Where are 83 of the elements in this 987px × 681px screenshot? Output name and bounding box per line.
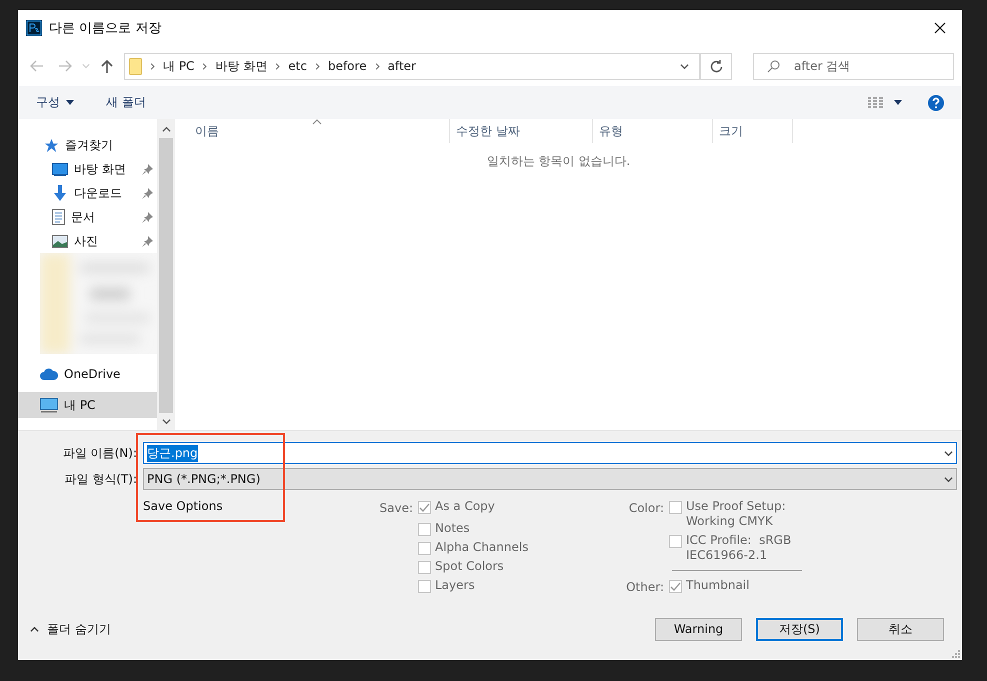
address-bar[interactable]: 내 PC 바탕 화면 etc before after bbox=[124, 52, 701, 80]
scrollbar[interactable] bbox=[157, 119, 175, 430]
chevron-icon bbox=[314, 62, 321, 70]
sidebar-item[interactable]: 즐겨찾기 bbox=[18, 133, 157, 157]
breadcrumb[interactable]: before bbox=[328, 59, 367, 73]
caret-icon bbox=[66, 100, 74, 105]
dialog-button[interactable]: 저장(S) bbox=[756, 618, 843, 640]
checkbox[interactable] bbox=[669, 501, 682, 514]
view-options-icon[interactable] bbox=[868, 96, 902, 108]
option-label: ICC Profile: sRGB IEC61966-2.1 bbox=[686, 533, 792, 563]
help-icon[interactable] bbox=[928, 94, 944, 110]
breadcrumb[interactable]: etc bbox=[288, 59, 307, 73]
empty-message: 일치하는 항목이 없습니다. bbox=[486, 153, 630, 170]
caret-icon[interactable] bbox=[944, 448, 953, 458]
scroll-up-icon[interactable] bbox=[162, 125, 170, 134]
option-label: As a Copy bbox=[435, 499, 495, 514]
field-label: 파일 이름(N): bbox=[62, 444, 137, 462]
dialog-button[interactable]: Warning bbox=[655, 618, 742, 640]
search-icon bbox=[767, 60, 780, 72]
chevron-icon bbox=[149, 62, 156, 70]
scroll-down-icon[interactable] bbox=[162, 417, 170, 426]
column-header[interactable]: 이름 bbox=[175, 119, 450, 143]
field-label: 파일 형식(T): bbox=[63, 470, 137, 488]
star-icon bbox=[44, 138, 59, 152]
section-title: Save Options bbox=[143, 499, 223, 513]
photo-icon bbox=[52, 234, 68, 248]
document-icon bbox=[52, 209, 65, 225]
sidebar-item[interactable]: 다운로드 bbox=[18, 181, 157, 205]
breadcrumb[interactable]: 내 PC bbox=[163, 58, 194, 74]
checkbox[interactable] bbox=[418, 523, 431, 536]
chevron-icon bbox=[201, 62, 208, 70]
breadcrumb[interactable]: 바탕 화면 bbox=[215, 58, 268, 74]
resize-grip-icon[interactable] bbox=[952, 650, 960, 658]
breadcrumb[interactable]: after bbox=[388, 59, 416, 73]
checkbox[interactable] bbox=[418, 501, 431, 514]
pin-icon[interactable] bbox=[142, 212, 153, 222]
pin-icon[interactable] bbox=[142, 164, 153, 174]
pin-icon[interactable] bbox=[142, 188, 153, 198]
sidebar-item[interactable]: 문서 bbox=[18, 205, 157, 229]
checkbox[interactable] bbox=[669, 580, 682, 593]
pin-icon[interactable] bbox=[142, 236, 153, 246]
column-header[interactable]: 크기 bbox=[713, 119, 793, 143]
download-icon bbox=[52, 185, 68, 201]
sidebar-item[interactable]: OneDrive bbox=[18, 362, 157, 386]
group-label: Other: bbox=[625, 579, 664, 596]
caret-icon bbox=[944, 474, 953, 484]
app-icon bbox=[26, 20, 42, 36]
folder-icon bbox=[129, 58, 142, 74]
window-title: 다른 이름으로 저장 bbox=[49, 20, 162, 37]
sidebar-item[interactable]: 내 PC bbox=[18, 392, 157, 418]
option-label: Notes bbox=[435, 521, 470, 536]
refresh-button[interactable] bbox=[701, 52, 732, 80]
checkbox[interactable] bbox=[418, 542, 431, 555]
checkbox[interactable] bbox=[418, 580, 431, 593]
file-name-text: 당근.png bbox=[147, 444, 198, 462]
chevron-icon bbox=[274, 62, 282, 70]
checkbox[interactable] bbox=[418, 561, 431, 574]
cloud-icon bbox=[40, 368, 58, 380]
group-label: Color: bbox=[628, 500, 664, 517]
sidebar-item[interactable]: 사진 bbox=[18, 229, 157, 253]
new-folder-button[interactable]: 새 폴더 bbox=[106, 94, 146, 111]
hide-folders-button[interactable]: 폴더 숨기기 bbox=[30, 620, 111, 638]
column-header[interactable]: 유형 bbox=[593, 119, 713, 143]
option-label: Use Proof Setup: Working CMYK bbox=[686, 499, 786, 529]
organize-button[interactable]: 구성 bbox=[36, 94, 74, 111]
option-label: Alpha Channels bbox=[435, 540, 528, 555]
option-label: Thumbnail bbox=[686, 578, 750, 593]
option-label: Spot Colors bbox=[435, 559, 504, 574]
column-header[interactable]: 수정한 날짜 bbox=[450, 119, 593, 143]
checkbox[interactable] bbox=[669, 535, 682, 548]
chevron-icon bbox=[374, 62, 381, 70]
file-name-field[interactable]: 당근.png bbox=[143, 442, 957, 464]
chevron-up-icon bbox=[30, 624, 39, 634]
dialog-button[interactable]: 취소 bbox=[857, 618, 944, 640]
file-type-dropdown[interactable]: PNG (*.PNG;*.PNG) bbox=[143, 468, 957, 490]
option-label: Layers bbox=[435, 578, 475, 593]
monitor-icon bbox=[52, 162, 68, 176]
refresh-icon bbox=[710, 60, 722, 72]
sidebar-item[interactable]: 바탕 화면 bbox=[18, 157, 157, 181]
group-label: Save: bbox=[378, 500, 413, 517]
search-field[interactable]: after 검색 bbox=[753, 52, 954, 80]
close-icon[interactable] bbox=[934, 22, 946, 34]
computer-icon bbox=[40, 398, 58, 412]
